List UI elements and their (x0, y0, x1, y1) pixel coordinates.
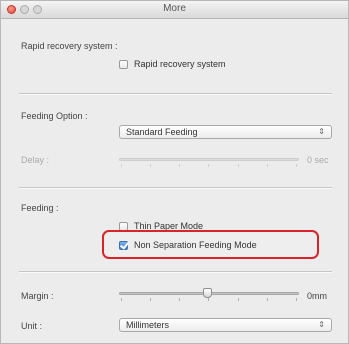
feeding-label: Feeding : (21, 203, 59, 213)
up-down-arrows-icon: ⇕ (318, 127, 325, 136)
divider (19, 93, 332, 95)
delay-value: 0 sec (307, 155, 329, 165)
non-separation-checkbox[interactable]: Non Separation Feeding Mode (119, 240, 257, 250)
unit-popup[interactable]: Millimeters ⇕ (119, 318, 332, 332)
rapid-recovery-checkbox-label: Rapid recovery system (134, 59, 226, 69)
non-separation-checkbox-label: Non Separation Feeding Mode (134, 240, 257, 250)
feeding-option-popup[interactable]: Standard Feeding ⇕ (119, 125, 332, 139)
more-dialog: More Rapid recovery system : Rapid recov… (0, 0, 349, 344)
feeding-option-label: Feeding Option : (21, 111, 88, 121)
margin-slider-ticks (121, 298, 297, 301)
rapid-recovery-label: Rapid recovery system : (21, 41, 118, 51)
title-bar: More (1, 1, 348, 19)
up-down-arrows-icon: ⇕ (318, 320, 325, 329)
window-title: More (163, 3, 186, 14)
delay-label: Delay : (21, 155, 50, 165)
unit-value: Millimeters (126, 320, 170, 330)
margin-label: Margin : (21, 291, 54, 301)
margin-slider-thumb[interactable] (203, 288, 212, 298)
checkbox-checked-icon[interactable] (119, 240, 128, 250)
unit-label: Unit : (21, 321, 43, 331)
feeding-option-value: Standard Feeding (126, 127, 198, 137)
margin-value: 0mm (307, 291, 327, 301)
divider (19, 271, 332, 273)
checkbox-icon[interactable] (119, 59, 128, 69)
delay-slider[interactable] (119, 158, 299, 161)
delay-slider-ticks (121, 164, 297, 167)
rapid-recovery-checkbox[interactable]: Rapid recovery system (119, 59, 226, 69)
divider (19, 187, 332, 189)
